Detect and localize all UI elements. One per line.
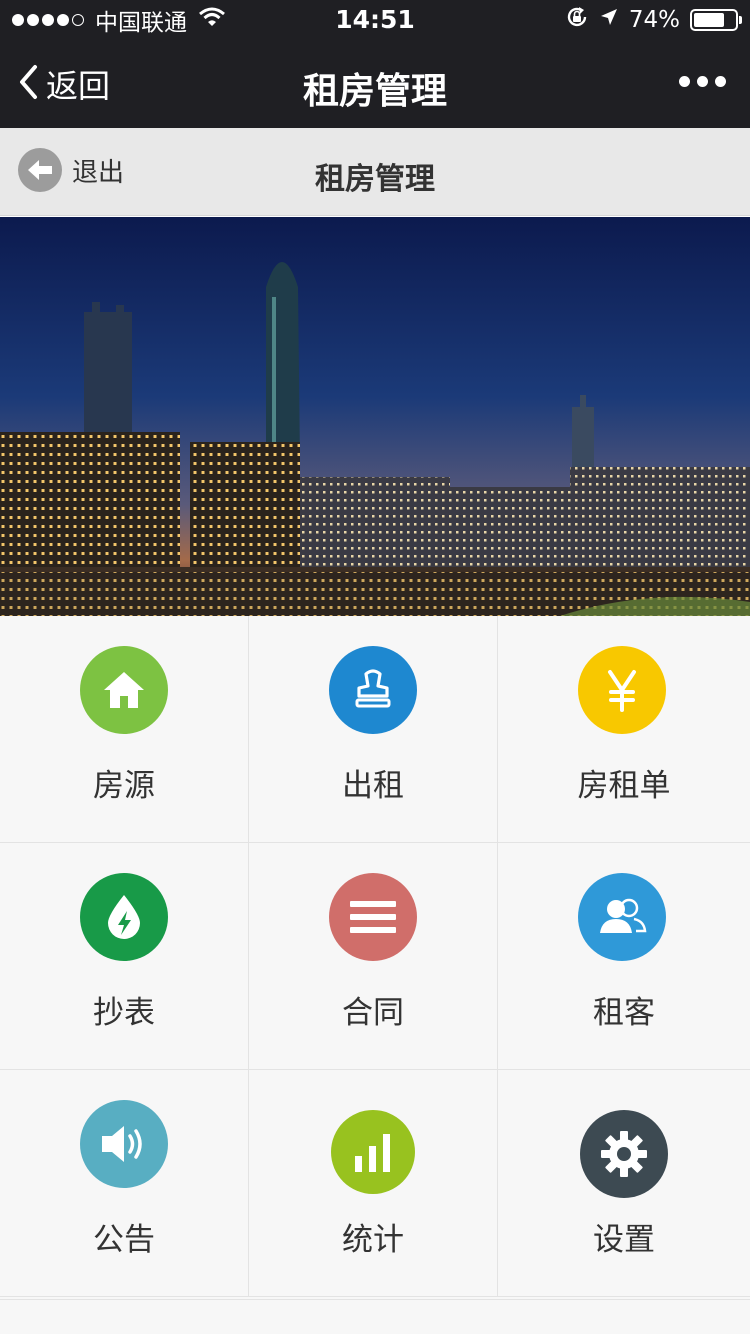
menu-grid: 房源 出租 房租单 抄表 合同 租客 公告 统计 设置 — [0, 616, 750, 1299]
menu-item-announcement[interactable]: 公告 — [0, 1070, 249, 1297]
location-arrow-icon — [599, 7, 619, 33]
more-dots-icon[interactable] — [672, 76, 726, 87]
top-bar: 中国联通 14:51 74% 返回 租房管理 — [0, 0, 750, 128]
menu-item-rent-bill[interactable]: 房租单 — [498, 616, 750, 843]
battery-percent: 74% — [628, 7, 680, 33]
stamp-icon — [329, 646, 417, 734]
banner-image — [0, 217, 750, 616]
page-header: 退出 租房管理 — [0, 128, 750, 216]
bottom-strip — [0, 1299, 750, 1334]
speaker-icon — [80, 1100, 168, 1188]
house-icon — [80, 646, 168, 734]
menu-item-rent-out[interactable]: 出租 — [249, 616, 498, 843]
menu-item-label: 抄表 — [93, 995, 155, 1031]
menu-item-statistics[interactable]: 统计 — [249, 1070, 498, 1297]
bar-chart-icon — [331, 1110, 415, 1194]
nav-title: 租房管理 — [302, 71, 447, 112]
battery-icon — [690, 9, 742, 31]
menu-item-meter-reading[interactable]: 抄表 — [0, 843, 249, 1070]
status-bar: 中国联通 14:51 74% — [0, 0, 750, 40]
menu-item-label: 房租单 — [577, 768, 671, 804]
menu-item-label: 出租 — [342, 768, 404, 804]
menu-item-label: 设置 — [593, 1222, 655, 1258]
menu-item-label: 统计 — [342, 1222, 404, 1258]
menu-item-label: 公告 — [93, 1222, 155, 1258]
menu-item-contract[interactable]: 合同 — [249, 843, 498, 1070]
rotation-lock-icon — [565, 5, 589, 35]
gear-icon — [580, 1110, 668, 1198]
page-title: 租房管理 — [315, 162, 435, 197]
menu-item-settings[interactable]: 设置 — [498, 1070, 750, 1297]
list-lines-icon — [329, 873, 417, 961]
water-drop-icon — [80, 873, 168, 961]
users-icon — [578, 873, 666, 961]
yen-icon — [578, 646, 666, 734]
menu-item-label: 合同 — [342, 995, 404, 1031]
menu-item-tenants[interactable]: 租客 — [498, 843, 750, 1070]
menu-item-label: 房源 — [93, 768, 155, 804]
menu-item-house[interactable]: 房源 — [0, 616, 249, 843]
nav-bar: 返回 租房管理 — [0, 40, 750, 128]
menu-item-label: 租客 — [593, 995, 655, 1031]
battery-fill — [694, 13, 724, 27]
